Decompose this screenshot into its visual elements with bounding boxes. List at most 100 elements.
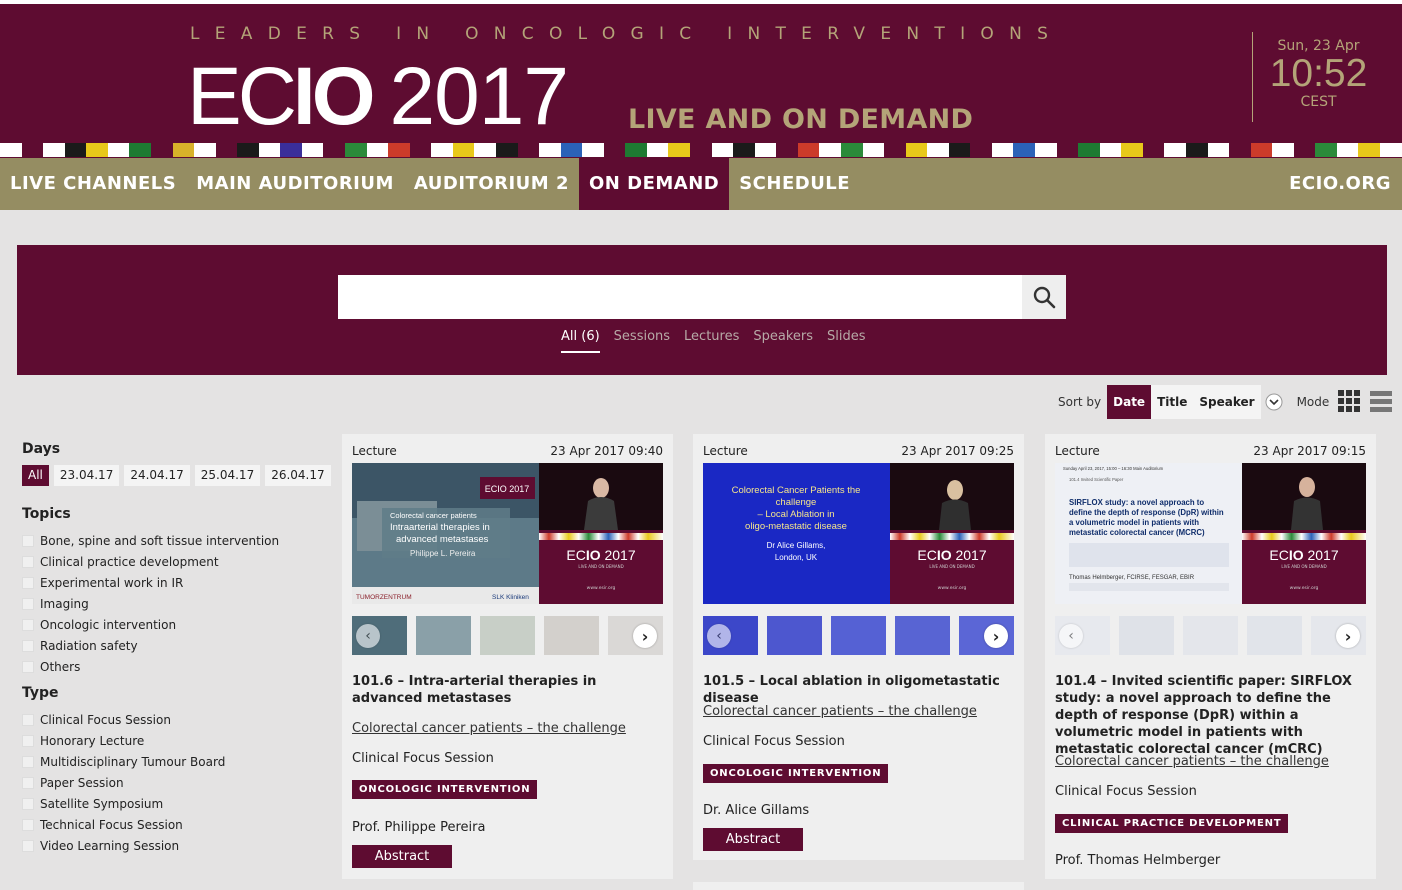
nav-auditorium-2[interactable]: AUDITORIUM 2 <box>404 158 579 210</box>
checkbox[interactable] <box>22 534 34 547</box>
slide-strip[interactable] <box>352 616 663 656</box>
topic-clinical-practice[interactable]: Clinical practice development <box>22 551 322 572</box>
type-satellite-symposium[interactable]: Satellite Symposium <box>22 793 322 814</box>
nav-on-demand[interactable]: ON DEMAND <box>579 158 730 210</box>
sort-direction-toggle[interactable] <box>1261 385 1287 419</box>
slide-thumb[interactable] <box>544 616 599 655</box>
session-type: Clinical Focus Session <box>352 751 494 766</box>
nav-schedule[interactable]: SCHEDULE <box>729 158 860 210</box>
day-24[interactable]: 24.04.17 <box>124 465 190 486</box>
lecture-card[interactable]: Lecture 23 Apr 2017 09:25 Colorectal Can… <box>693 434 1024 860</box>
session-link[interactable]: Colorectal cancer patients – the challen… <box>352 721 626 736</box>
slide-strip[interactable] <box>1055 616 1366 656</box>
slide-thumb[interactable] <box>1247 616 1302 655</box>
type-technical-focus[interactable]: Technical Focus Session <box>22 814 322 835</box>
slide-thumb[interactable] <box>831 616 886 655</box>
type-tumour-board[interactable]: Multidisciplinary Tumour Board <box>22 751 322 772</box>
nav-main-auditorium[interactable]: MAIN AUDITORIUM <box>186 158 404 210</box>
checkbox[interactable] <box>22 818 34 831</box>
tab-lectures[interactable]: Lectures <box>684 329 739 353</box>
stripe-segment <box>884 143 906 157</box>
next-arrow-button[interactable]: › <box>633 624 657 648</box>
abstract-button[interactable]: Abstract <box>703 828 803 851</box>
video-thumbnail[interactable]: ECIO 2017 Colorectal cancer patients Int… <box>352 463 663 604</box>
day-25[interactable]: 25.04.17 <box>194 465 261 486</box>
day-26[interactable]: 26.04.17 <box>265 465 331 486</box>
lecture-card[interactable]: Lecture 23 Apr 2017 09:40 ECIO 2017 Colo… <box>342 434 673 879</box>
topic-imaging[interactable]: Imaging <box>22 593 322 614</box>
tab-sessions[interactable]: Sessions <box>614 329 670 353</box>
nav-ecio-org[interactable]: ECIO.ORG <box>1279 158 1402 210</box>
topic-experimental-work[interactable]: Experimental work in IR <box>22 572 322 593</box>
checkbox[interactable] <box>22 555 34 568</box>
topic-bone-spine[interactable]: Bone, spine and soft tissue intervention <box>22 530 322 551</box>
checkbox-label: Oncologic intervention <box>40 617 177 632</box>
topic-badge[interactable]: CLINICAL PRACTICE DEVELOPMENT <box>1055 814 1289 833</box>
speaker-name[interactable]: Prof. Thomas Helmberger <box>1055 853 1220 868</box>
checkbox[interactable] <box>22 713 34 726</box>
topic-badge[interactable]: ONCOLOGIC INTERVENTION <box>703 764 889 783</box>
nav-live-channels[interactable]: LIVE CHANNELS <box>0 158 186 210</box>
checkbox[interactable] <box>22 797 34 810</box>
sort-title[interactable]: Title <box>1151 385 1194 419</box>
slide-thumb[interactable] <box>480 616 535 655</box>
next-arrow-button[interactable]: › <box>984 624 1008 648</box>
checkbox[interactable] <box>22 576 34 589</box>
sort-speaker[interactable]: Speaker <box>1193 385 1261 419</box>
prev-arrow-button[interactable]: ‹ <box>356 624 380 648</box>
checkbox[interactable] <box>22 597 34 610</box>
day-23[interactable]: 23.04.17 <box>53 465 120 486</box>
grid-view-icon[interactable] <box>1338 389 1361 415</box>
topic-others[interactable]: Others <box>22 656 322 677</box>
card-title[interactable]: 101.5 – Local ablation in oligometastati… <box>703 673 1008 707</box>
next-arrow-button[interactable]: › <box>1336 624 1360 648</box>
stripe-segment <box>215 143 238 157</box>
type-video-learning[interactable]: Video Learning Session <box>22 835 322 856</box>
session-link[interactable]: Colorectal cancer patients – the challen… <box>703 704 977 719</box>
sort-label: Sort by <box>1058 395 1102 409</box>
topic-oncologic-intervention[interactable]: Oncologic intervention <box>22 614 322 635</box>
checkbox[interactable] <box>22 618 34 631</box>
stripe-segment <box>1293 143 1316 157</box>
slide-speaker: Philippe L. Pereira <box>410 549 476 558</box>
day-all[interactable]: All <box>22 465 49 486</box>
topic-radiation-safety[interactable]: Radiation safety <box>22 635 322 656</box>
checkbox[interactable] <box>22 639 34 652</box>
checkbox[interactable] <box>22 755 34 768</box>
checkbox[interactable] <box>22 660 34 673</box>
slide-thumb[interactable] <box>1119 616 1174 655</box>
tab-speakers[interactable]: Speakers <box>753 329 813 353</box>
slide-strip[interactable] <box>703 616 1014 656</box>
site-logo[interactable]: ECIO 2017 <box>187 56 569 138</box>
checkbox[interactable] <box>22 776 34 789</box>
lecture-card[interactable]: Lecture 23 Apr 2017 09:15 Sunday April 2… <box>1045 434 1376 879</box>
tab-slides[interactable]: Slides <box>827 329 866 353</box>
checkbox[interactable] <box>22 734 34 747</box>
type-honorary-lecture[interactable]: Honorary Lecture <box>22 730 322 751</box>
topic-badge[interactable]: ONCOLOGIC INTERVENTION <box>352 780 538 799</box>
search-input[interactable] <box>338 275 1020 319</box>
checkbox[interactable] <box>22 839 34 852</box>
sort-date[interactable]: Date <box>1107 385 1152 419</box>
video-thumbnail[interactable]: Colorectal Cancer Patients the challenge… <box>703 463 1014 604</box>
card-title[interactable]: 101.4 – Invited scientific paper: SIRFLO… <box>1055 673 1360 758</box>
abstract-button[interactable]: Abstract <box>352 845 452 868</box>
search-button[interactable] <box>1022 275 1066 319</box>
type-clinical-focus[interactable]: Clinical Focus Session <box>22 709 322 730</box>
speaker-name[interactable]: Prof. Philippe Pereira <box>352 820 485 835</box>
card-title[interactable]: 101.6 – Intra-arterial therapies in adva… <box>352 673 657 707</box>
next-card-edge <box>693 882 1024 890</box>
session-link[interactable]: Colorectal cancer patients – the challen… <box>1055 754 1329 769</box>
speaker-name[interactable]: Dr. Alice Gillams <box>703 803 809 818</box>
chevron-left-icon: ‹ <box>1068 628 1074 644</box>
list-view-icon[interactable] <box>1370 390 1393 415</box>
prev-arrow-button[interactable]: ‹ <box>1059 624 1083 648</box>
slide-thumb[interactable] <box>895 616 950 655</box>
slide-thumb[interactable] <box>767 616 822 655</box>
slide-thumb[interactable] <box>1183 616 1238 655</box>
type-paper-session[interactable]: Paper Session <box>22 772 322 793</box>
slide-thumb[interactable] <box>416 616 471 655</box>
prev-arrow-button[interactable]: ‹ <box>707 624 731 648</box>
tab-all[interactable]: All (6) <box>561 329 600 353</box>
video-thumbnail[interactable]: Sunday April 23, 2017, 15:00 – 16:30 Mai… <box>1055 463 1366 604</box>
